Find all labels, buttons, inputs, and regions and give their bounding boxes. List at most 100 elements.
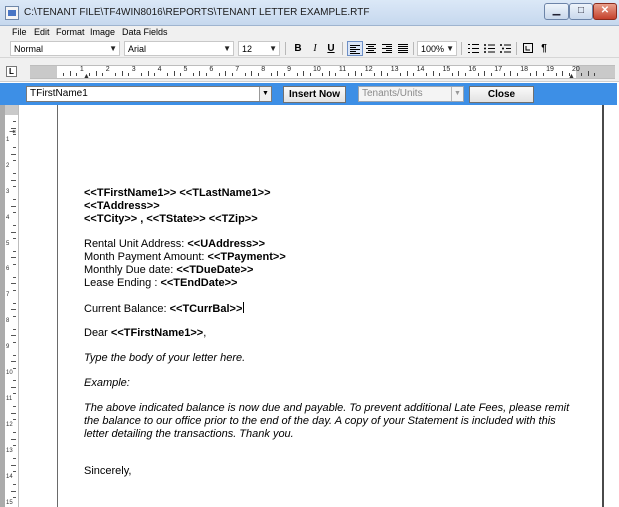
numbered-list-icon <box>467 44 479 53</box>
menu-data-fields[interactable]: Data Fields <box>122 27 168 37</box>
ruler-tick <box>199 71 201 76</box>
maximize-button[interactable]: □ <box>569 3 593 20</box>
ruler-tick <box>180 73 182 76</box>
vertical-ruler[interactable]: ⇥ 1 2 3 4 5 6 7 8 9 10 11 12 13 14 15 <box>5 105 19 507</box>
ruler-tick <box>13 393 16 395</box>
bullet-list-button[interactable] <box>481 41 497 56</box>
ruler-number: 10 <box>6 370 13 376</box>
ruler-tick <box>322 73 324 76</box>
ruler-tick <box>374 73 376 76</box>
justify-button[interactable] <box>395 41 411 56</box>
ruler-tick <box>13 484 16 486</box>
horizontal-ruler[interactable]: ▲ ▲ 1 2 3 4 5 6 7 8 9 10 11 12 13 14 15 16 17 18 19 20 <box>30 65 615 80</box>
ruler-tick <box>13 225 16 227</box>
payment-label: Month Payment Amount: <box>84 251 208 263</box>
ruler-number: 8 <box>261 66 266 73</box>
format-toolbar: Normal ▼ Arial ▼ 12 ▼ B I U 100% ▼ ¶ <box>0 40 619 58</box>
style-select[interactable]: Normal ▼ <box>10 41 120 56</box>
ruler-number: 3 <box>6 188 10 195</box>
ruler-tick <box>13 497 16 499</box>
ruler-tick <box>141 73 143 76</box>
ruler-number: 12 <box>6 421 13 428</box>
ruler-tick <box>348 73 350 76</box>
tenants-units-select[interactable]: Tenants/Units ▼ <box>358 86 464 102</box>
outline-list-button[interactable] <box>497 41 513 56</box>
letter-body[interactable]: <<TFirstName1>> <<TLastName1>> <<TAddres… <box>84 187 584 478</box>
ruler-number: 4 <box>6 214 10 221</box>
ruler-number: 19 <box>546 66 554 73</box>
ruler-tick <box>13 341 16 343</box>
ruler-tick <box>283 73 285 76</box>
align-left-icon <box>350 45 360 54</box>
align-right-button[interactable] <box>379 41 395 56</box>
chevron-down-icon: ▼ <box>223 44 231 53</box>
font-select[interactable]: Arial ▼ <box>124 41 234 56</box>
bold-button[interactable]: B <box>290 41 306 56</box>
document-page[interactable]: <<TFirstName1>> <<TLastName1>> <<TAddres… <box>57 105 604 507</box>
ruler-tick <box>13 328 16 330</box>
rental-address-label: Rental Unit Address: <box>84 238 188 250</box>
toolbar-divider <box>285 42 286 55</box>
font-value: Arial <box>128 44 147 54</box>
ruler-tick <box>13 315 16 317</box>
underline-button[interactable]: U <box>323 41 339 56</box>
zoom-select[interactable]: 100% ▼ <box>417 41 457 56</box>
close-window-button[interactable]: ✕ <box>593 3 617 20</box>
ruler-tick <box>11 490 16 492</box>
align-center-icon <box>366 44 376 53</box>
font-size-select[interactable]: 12 ▼ <box>238 41 280 56</box>
numbered-list-button[interactable] <box>465 41 481 56</box>
ruler-number: 7 <box>6 292 10 299</box>
menu-edit[interactable]: Edit <box>34 27 50 37</box>
align-left-button[interactable] <box>347 41 363 56</box>
example-label: Example: <box>84 377 130 389</box>
insert-now-button[interactable]: Insert Now <box>283 86 346 103</box>
merge-field-select[interactable]: TFirstName1 ▼ <box>26 86 272 102</box>
ruler-tick <box>328 71 330 76</box>
right-margin-area <box>576 66 615 78</box>
ruler-tick <box>277 71 279 76</box>
balance-line: Current Balance: <<TCurrBal>> <box>84 302 584 315</box>
pilcrow-button[interactable]: ¶ <box>536 41 552 56</box>
close-fieldbar-button[interactable]: Close <box>469 86 534 103</box>
ruler-tick <box>510 71 512 76</box>
ruler-tick <box>205 73 207 76</box>
ruler-tick <box>11 464 16 466</box>
ruler-tick <box>11 309 16 311</box>
page-frame-button[interactable] <box>520 41 536 56</box>
menu-file[interactable]: File <box>12 27 27 37</box>
ruler-number: 6 <box>209 66 214 73</box>
chevron-down-icon: ▼ <box>259 87 271 101</box>
ruler-tick <box>11 386 16 388</box>
ruler-tick <box>11 231 16 233</box>
italic-button[interactable]: I <box>307 41 323 56</box>
ruler-tick <box>13 199 16 201</box>
ruler-tick <box>13 186 16 188</box>
ruler-row: L ▲ ▲ 1 2 3 4 5 6 7 8 9 10 11 12 13 14 15 16 17 18 19 20 <box>0 58 619 82</box>
page-right-margin <box>604 105 619 507</box>
ruler-tick <box>13 471 16 473</box>
lease-ending-line: Lease Ending : <<TEndDate>> <box>84 277 584 290</box>
ruler-number: 5 <box>183 66 188 73</box>
salutation-field: <<TFirstName1>> <box>110 327 204 339</box>
ruler-tick <box>13 263 16 265</box>
menu-format[interactable]: Format <box>56 27 85 37</box>
menu-image[interactable]: Image <box>90 27 115 37</box>
justify-icon <box>398 44 408 53</box>
app-icon <box>5 6 19 20</box>
ruler-number: 15 <box>442 66 451 73</box>
ruler-tick <box>115 73 117 76</box>
ruler-tick <box>562 71 564 76</box>
ruler-tick <box>13 173 16 175</box>
ruler-tick <box>13 432 16 434</box>
style-value: Normal <box>14 44 44 54</box>
tab-selector-button[interactable]: L <box>6 66 17 77</box>
body-prompt: Type the body of your letter here. <box>84 352 246 364</box>
ruler-tick <box>11 127 16 129</box>
ruler-tick <box>516 73 518 76</box>
ruler-tick <box>270 73 272 76</box>
ruler-tick <box>13 134 16 136</box>
minimize-button[interactable]: ▁ <box>544 3 569 20</box>
ruler-tick <box>503 73 505 76</box>
align-center-button[interactable] <box>363 41 379 56</box>
